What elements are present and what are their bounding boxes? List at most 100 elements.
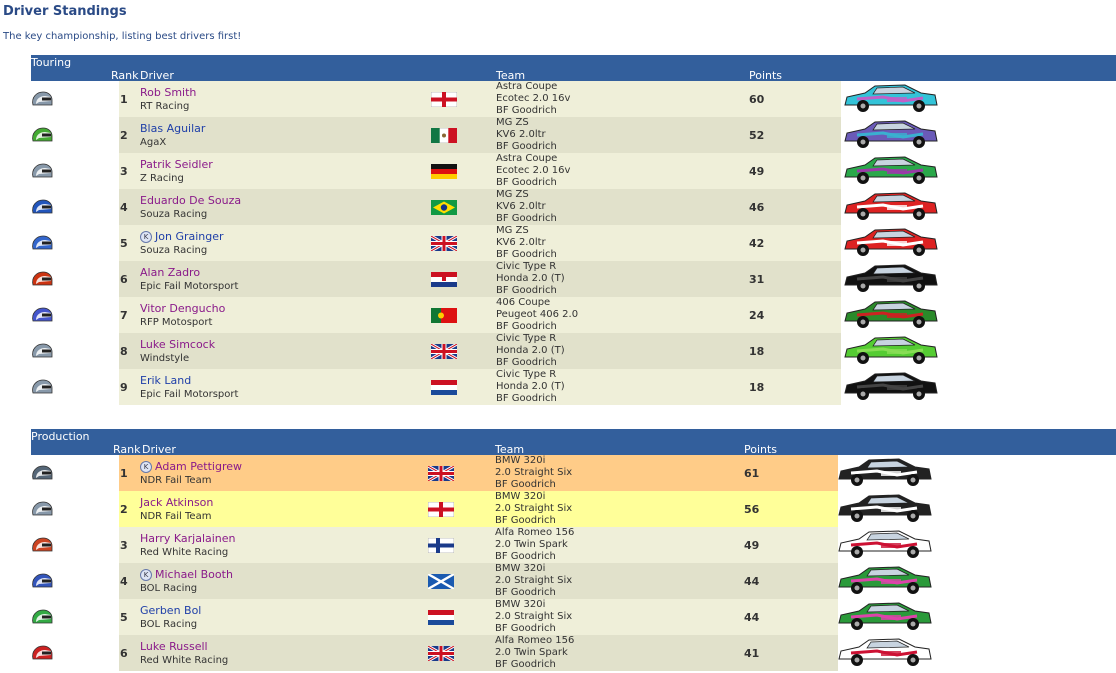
driver-name-link[interactable]: Erik Land: [140, 374, 191, 387]
car-engine: KV6 2.0ltr: [496, 201, 546, 212]
driver-name-link[interactable]: Rob Smith: [140, 86, 196, 99]
england-flag-icon: [430, 91, 458, 108]
driver-team: Souza Racing: [140, 209, 208, 220]
car-tyres: BF Goodrich: [496, 357, 557, 368]
points: 44: [744, 575, 760, 588]
car-engine: Peugeot 406 2.0: [496, 309, 579, 320]
driver-name-link[interactable]: K Adam Pettigrew: [140, 460, 242, 473]
car-livery-image: [843, 83, 939, 115]
car-engine: Honda 2.0 (T): [496, 381, 565, 392]
row-background: [119, 225, 841, 261]
car-info: 406 Coupe Peugeot 406 2.0 BF Goodrich: [496, 297, 578, 333]
helmet-icon: [31, 537, 53, 553]
section-header: Touring Rank Driver Team Points: [31, 55, 1116, 82]
driver-name[interactable]: Erik Land: [140, 374, 191, 387]
car-livery-image: [837, 565, 933, 597]
table-row: 9 Erik Land Epic Fail Motorsport Civic T…: [31, 369, 1116, 405]
driver-name-link[interactable]: Gerben Bol: [140, 604, 201, 617]
driver-name[interactable]: Jack Atkinson: [140, 496, 213, 509]
driver-name-link[interactable]: K Michael Booth: [140, 568, 233, 581]
uk-flag-icon: [430, 234, 458, 253]
netherlands-flag-icon: [427, 609, 455, 626]
driver-name-link[interactable]: Alan Zadro: [140, 266, 200, 279]
driver-name[interactable]: Alan Zadro: [140, 266, 200, 279]
car-info: Civic Type R Honda 2.0 (T) BF Goodrich: [496, 261, 565, 297]
car-model: Astra Coupe: [496, 153, 558, 164]
points: 60: [749, 93, 765, 106]
rank: 7: [120, 309, 128, 322]
car-tyres: BF Goodrich: [496, 249, 557, 260]
row-background: [119, 153, 841, 189]
points: 56: [744, 503, 760, 516]
car-engine: KV6 2.0ltr: [496, 237, 546, 248]
driver-name-link[interactable]: Harry Karjalainen: [140, 532, 236, 545]
driver-name[interactable]: Eduardo De Souza: [140, 194, 241, 207]
k-badge-icon: K: [140, 461, 152, 473]
driver-name-link[interactable]: Luke Russell: [140, 640, 208, 653]
car-tyres: BF Goodrich: [496, 213, 557, 224]
car-model: Civic Type R: [496, 369, 557, 380]
row-background: [119, 117, 841, 153]
car-tyres: BF Goodrich: [495, 623, 556, 634]
driver-name-link[interactable]: Patrik Seidler: [140, 158, 213, 171]
row-background: [119, 599, 838, 635]
driver-name[interactable]: Gerben Bol: [140, 604, 201, 617]
helmet-icon: [31, 199, 53, 215]
driver-name[interactable]: Luke Russell: [140, 640, 208, 653]
driver-name-link[interactable]: Luke Simcock: [140, 338, 215, 351]
driver-name-link[interactable]: Vitor Dengucho: [140, 302, 225, 315]
driver-team: Z Racing: [140, 173, 184, 184]
driver-name[interactable]: Michael Booth: [155, 568, 233, 581]
mexico-flag-icon: [430, 127, 458, 144]
rank: 8: [120, 345, 128, 358]
car-livery-image: [843, 299, 939, 331]
driver-name[interactable]: Luke Simcock: [140, 338, 215, 351]
helmet-icon: [31, 501, 53, 517]
car-livery-image: [843, 155, 939, 187]
driver-team: Red White Racing: [140, 655, 229, 666]
rank: 5: [120, 237, 128, 250]
table-row: 4 K Michael Booth BOL Racing BMW 320i 2.0…: [31, 563, 1116, 599]
car-info: BMW 320i 2.0 Straight Six BF Goodrich: [495, 599, 572, 635]
driver-name[interactable]: Jon Grainger: [155, 230, 224, 243]
driver-name-link[interactable]: Eduardo De Souza: [140, 194, 241, 207]
section-header: Production Rank Driver Team Points: [31, 429, 1116, 456]
driver-name-link[interactable]: Jack Atkinson: [140, 496, 213, 509]
driver-name-link[interactable]: K Jon Grainger: [140, 230, 224, 243]
page-title: Driver Standings: [3, 4, 127, 19]
table-row: 5 K Jon Grainger Souza Racing MG ZS KV6 2…: [31, 225, 1116, 261]
helmet-icon: [31, 609, 53, 625]
rank: 5: [120, 611, 128, 624]
rank: 6: [120, 273, 128, 286]
row-background: [119, 81, 841, 117]
driver-name[interactable]: Blas Aguilar: [140, 122, 205, 135]
car-model: Astra Coupe: [496, 81, 558, 92]
points: 18: [749, 381, 765, 394]
driver-name[interactable]: Harry Karjalainen: [140, 532, 236, 545]
driver-team: NDR Fail Team: [140, 511, 212, 522]
rank: 2: [120, 503, 128, 516]
car-tyres: BF Goodrich: [496, 105, 557, 116]
driver-name[interactable]: Patrik Seidler: [140, 158, 213, 171]
driver-name-link[interactable]: Blas Aguilar: [140, 122, 205, 135]
car-model: BMW 320i: [495, 563, 546, 574]
section-name: Touring: [31, 56, 72, 69]
driver-name[interactable]: Vitor Dengucho: [140, 302, 225, 315]
helmet-icon: [31, 379, 53, 395]
page-subtitle: The key championship, listing best drive…: [3, 31, 242, 42]
points: 49: [749, 165, 765, 178]
car-info: Civic Type R Honda 2.0 (T) BF Goodrich: [496, 369, 565, 405]
car-engine: Ecotec 2.0 16v: [496, 165, 571, 176]
car-model: MG ZS: [496, 225, 529, 236]
rank: 1: [120, 93, 128, 106]
car-engine: 2.0 Twin Spark: [495, 539, 568, 550]
driver-name[interactable]: Adam Pettigrew: [155, 460, 242, 473]
table-row: 5 Gerben Bol BOL Racing BMW 320i 2.0 Str…: [31, 599, 1116, 635]
car-info: BMW 320i 2.0 Straight Six BF Goodrich: [495, 455, 572, 491]
car-livery-image: [843, 119, 939, 151]
section-production: Production Rank Driver Team Points 1 K Ad…: [31, 429, 1116, 671]
driver-name[interactable]: Rob Smith: [140, 86, 196, 99]
table-row: 3 Patrik Seidler Z Racing Astra Coupe Ec…: [31, 153, 1116, 189]
car-tyres: BF Goodrich: [495, 551, 556, 562]
netherlands-flag-icon: [430, 379, 458, 396]
